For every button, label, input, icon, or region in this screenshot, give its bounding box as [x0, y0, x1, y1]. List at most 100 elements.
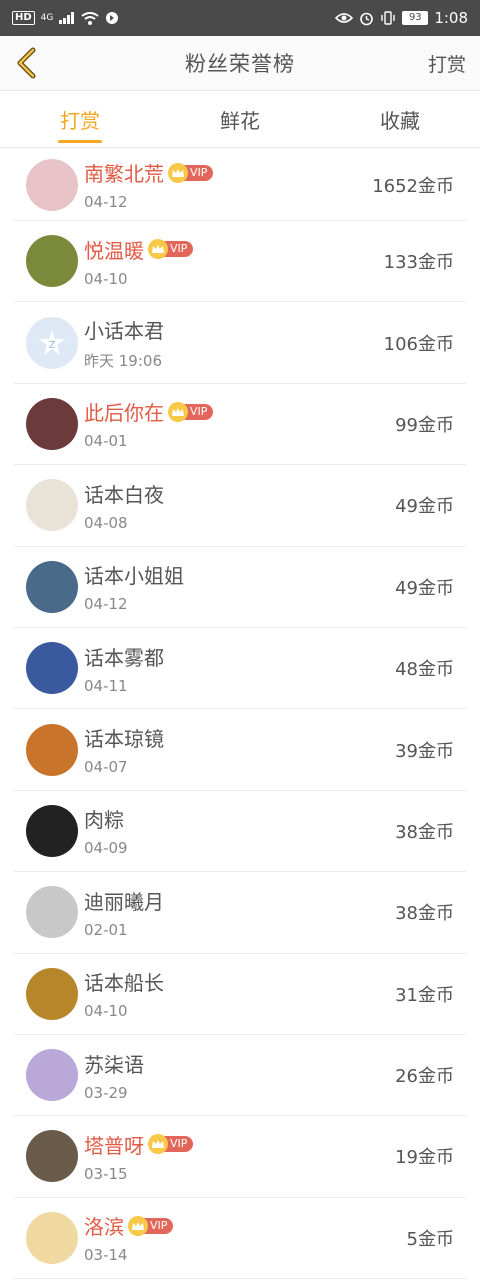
vip-badge: VIP	[168, 162, 214, 183]
user-name: 此后你在	[84, 401, 164, 426]
user-name: 话本雾都	[84, 645, 164, 670]
name-line: 话本小姐姐	[84, 560, 184, 589]
tip-date: 04-08	[84, 513, 128, 532]
battery-indicator: 93	[402, 11, 429, 25]
avatar[interactable]	[26, 560, 78, 613]
network-type: 4G	[40, 13, 54, 23]
ranking-row[interactable]: 话本雾都 04-11 48金币	[14, 628, 466, 710]
user-name: 迪丽曦月	[84, 889, 164, 914]
row-info: 话本雾都 04-11	[84, 642, 164, 695]
vip-badge: VIP	[148, 239, 194, 260]
avatar[interactable]	[26, 804, 78, 857]
user-name: 话本琼镜	[84, 727, 164, 752]
eye-icon	[335, 12, 354, 24]
user-name: 话本小姐姐	[84, 564, 184, 589]
avatar[interactable]	[26, 642, 78, 695]
avatar[interactable]	[26, 1130, 78, 1183]
row-info: 话本白夜 04-08	[84, 479, 164, 532]
avatar[interactable]	[26, 397, 78, 450]
name-line: 塔普呀 VIP	[84, 1130, 194, 1159]
tab-tips[interactable]: 打赏	[0, 91, 160, 147]
avatar[interactable]	[26, 886, 78, 939]
ranking-row[interactable]: 话本白夜 04-08 49金币	[14, 465, 466, 547]
top-app-bar: 粉丝荣誉榜 打赏	[0, 36, 480, 90]
avatar[interactable]	[26, 967, 78, 1020]
tip-date: 04-09	[84, 839, 128, 858]
avatar[interactable]	[26, 158, 78, 211]
tip-date: 04-10	[84, 269, 128, 288]
status-left: HD 4G	[12, 11, 119, 25]
status-right: 93 1:08	[335, 9, 468, 27]
signal-icon	[59, 12, 75, 24]
ranking-row[interactable]: 话本琼镜 04-07 39金币	[14, 709, 466, 791]
ranking-row[interactable]: 洛滨 VIP 03-14 5金币	[14, 1198, 466, 1280]
user-name: 洛滨	[84, 1215, 124, 1240]
tip-date: 04-12	[84, 193, 128, 211]
ranking-list: 南繁北荒 VIP 04-12 1652金币 悦温暖 VIP 04-10 133金币 Z 小话本君昨…	[0, 149, 480, 1280]
row-info: 此后你在 VIP 04-01	[84, 397, 214, 450]
chevron-left-icon	[17, 47, 36, 79]
name-line: 迪丽曦月	[84, 886, 164, 915]
tip-action-button[interactable]: 打赏	[428, 50, 466, 77]
tab-favorites[interactable]: 收藏	[320, 91, 480, 147]
name-line: 小话本君	[84, 315, 164, 344]
vip-badge: VIP	[148, 1134, 194, 1155]
name-line: 南繁北荒 VIP	[84, 158, 214, 187]
ranking-row[interactable]: 此后你在 VIP 04-01 99金币	[14, 384, 466, 466]
coin-amount: 48金币	[395, 659, 454, 681]
avatar[interactable]	[26, 723, 78, 776]
user-name: 塔普呀	[84, 1133, 144, 1158]
ranking-row[interactable]: 肉粽 04-09 38金币	[14, 791, 466, 873]
tip-date: 03-15	[84, 1164, 128, 1183]
ranking-row[interactable]: 苏柒语 03-29 26金币	[14, 1035, 466, 1117]
ranking-row[interactable]: 塔普呀 VIP 03-15 19金币	[14, 1116, 466, 1198]
coin-amount: 133金币	[383, 252, 454, 274]
back-button[interactable]	[10, 44, 42, 82]
wifi-icon	[81, 11, 99, 25]
tip-date: 04-10	[84, 1002, 128, 1021]
name-line: 话本白夜	[84, 479, 164, 508]
page-title: 粉丝荣誉榜	[185, 52, 295, 76]
ranking-row[interactable]: 话本小姐姐 04-12 49金币	[14, 547, 466, 628]
hd-indicator: HD	[12, 11, 35, 25]
tab-bar: 打赏 鲜花 收藏	[0, 90, 480, 148]
avatar[interactable]	[26, 1049, 78, 1102]
tip-date: 02-01	[84, 920, 128, 939]
coin-amount: 106金币	[383, 333, 454, 355]
crown-icon	[128, 1215, 148, 1236]
clock: 1:08	[434, 9, 468, 27]
tab-flowers[interactable]: 鲜花	[160, 91, 320, 147]
avatar[interactable]	[26, 479, 78, 532]
name-line: 话本船长	[84, 967, 164, 996]
vip-badge: VIP	[168, 401, 214, 422]
row-info: 迪丽曦月 02-01	[84, 886, 164, 939]
user-name: 悦温暖	[84, 238, 144, 263]
coin-amount: 19金币	[395, 1147, 454, 1169]
alarm-icon	[359, 11, 374, 26]
tip-date: 04-07	[84, 758, 128, 777]
row-info: 小话本君昨天 19:06	[84, 315, 164, 371]
row-info: 悦温暖 VIP 04-10	[84, 235, 194, 288]
ranking-row[interactable]: Z 小话本君昨天 19:06 106金币	[14, 302, 466, 384]
app-notification-icon	[105, 11, 119, 25]
default-avatar-icon: Z	[39, 329, 65, 355]
avatar[interactable]	[26, 235, 78, 288]
tip-date: 昨天 19:06	[84, 351, 162, 370]
coin-amount: 1652金币	[372, 175, 454, 197]
row-info: 话本小姐姐 04-12	[84, 560, 184, 613]
avatar[interactable]: Z	[26, 316, 78, 369]
ranking-row[interactable]: 悦温暖 VIP 04-10 133金币	[14, 221, 466, 303]
coin-amount: 99金币	[395, 414, 454, 436]
row-info: 南繁北荒 VIP 04-12	[84, 158, 214, 211]
name-line: 肉粽	[84, 804, 128, 833]
ranking-row[interactable]: 南繁北荒 VIP 04-12 1652金币	[14, 149, 466, 221]
coin-amount: 49金币	[395, 496, 454, 518]
coin-amount: 26金币	[395, 1066, 454, 1088]
user-name: 小话本君	[84, 318, 164, 343]
coin-amount: 49金币	[395, 577, 454, 599]
ranking-row[interactable]: 话本船长 04-10 31金币	[14, 954, 466, 1035]
vibrate-icon	[380, 11, 396, 25]
avatar[interactable]	[26, 1211, 78, 1264]
ranking-row[interactable]: 迪丽曦月 02-01 38金币	[14, 872, 466, 954]
tip-date: 03-14	[84, 1246, 128, 1265]
